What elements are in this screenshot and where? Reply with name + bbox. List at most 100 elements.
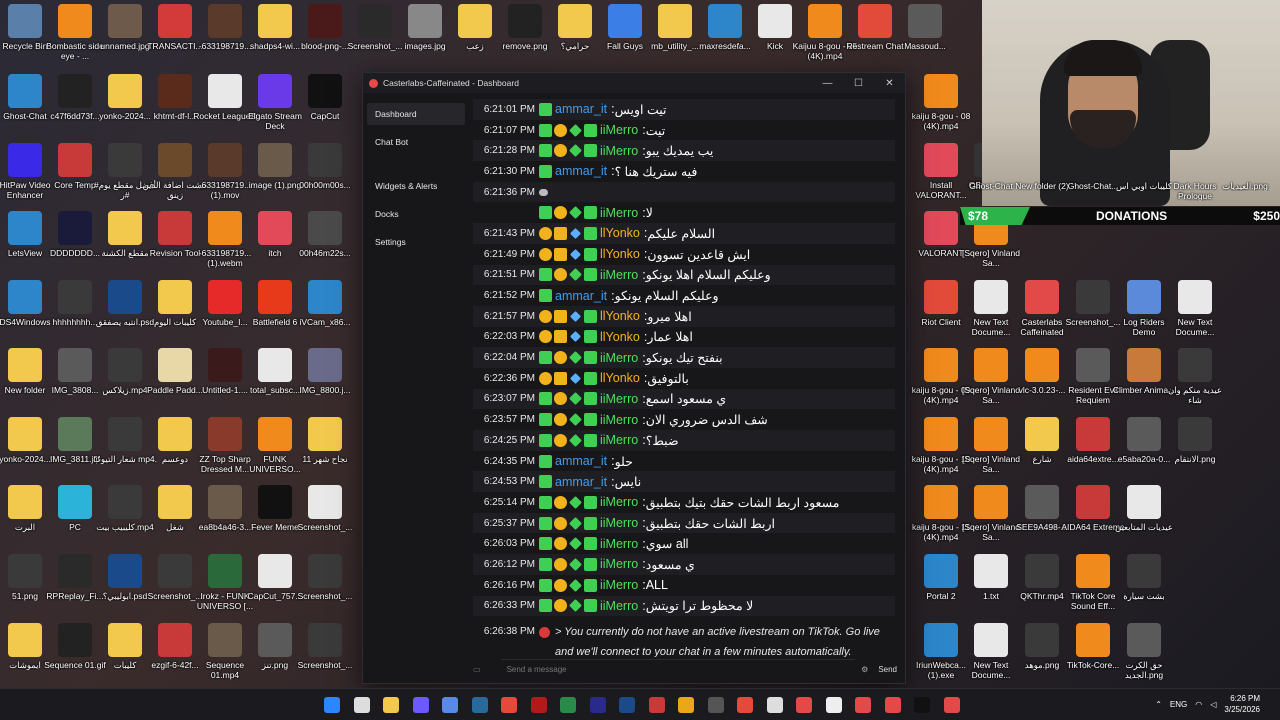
chat-icon[interactable]: ▭ xyxy=(473,665,481,674)
desktop-icon[interactable]: نجاح شهر 11 xyxy=(292,417,358,464)
message-username[interactable]: iiMerro xyxy=(600,206,638,220)
desktop-icon[interactable]: Screenshot_... xyxy=(292,623,358,670)
taskbar-app-icon[interactable] xyxy=(796,697,812,713)
taskbar-app-icon[interactable] xyxy=(766,697,783,713)
chat-message[interactable]: 6:25:14 PM iiMerro: مسعود اربط الشات حقك … xyxy=(473,492,895,513)
message-username[interactable]: iiMerro xyxy=(600,495,638,509)
start-icon[interactable] xyxy=(324,697,340,713)
message-username[interactable]: ammar_it xyxy=(555,454,607,468)
chat-input[interactable]: Send a message xyxy=(500,659,856,679)
message-username[interactable]: llYonko xyxy=(600,371,640,385)
chat-message[interactable]: 6:21:57 PM llYonko: اهلا ميرو xyxy=(473,305,895,327)
taskbar-app-icon[interactable] xyxy=(589,697,606,713)
taskbar-app-icon[interactable] xyxy=(619,697,635,713)
desktop-icon[interactable]: Screenshot_... xyxy=(292,554,358,601)
taskbar-app-icon[interactable] xyxy=(412,697,429,713)
message-username[interactable]: iiMerro xyxy=(600,123,638,137)
send-button[interactable]: Send xyxy=(878,665,897,674)
taskbar-app-icon[interactable] xyxy=(737,697,753,713)
chat-message[interactable]: 6:25:37 PM iiMerro: اربط الشات حقك بتطبيق xyxy=(473,512,895,534)
message-username[interactable]: ammar_it xyxy=(555,289,607,303)
taskbar-app-icon[interactable] xyxy=(855,697,871,713)
chat-message[interactable]: 6:24:35 PM ammar_it: حلو xyxy=(473,451,895,472)
sidebar-item-chat-bot[interactable]: Chat Bot xyxy=(367,131,465,153)
sidebar-item-dashboard[interactable]: Dashboard xyxy=(367,103,465,125)
chat-message[interactable]: 6:21:01 PM ammar_it: تيت اويس xyxy=(473,99,895,120)
chat-message[interactable]: 6:24:25 PM iiMerro: ضبط؟ xyxy=(473,430,895,451)
chat-message[interactable]: 6:26:03 PM iiMerro: سوي all xyxy=(473,533,895,554)
chat-message[interactable]: 6:26:12 PM iiMerro: ي مسعود xyxy=(473,554,895,575)
taskbar-app-icon[interactable] xyxy=(884,697,901,713)
desktop-icon[interactable]: 00h46m22s... xyxy=(292,211,358,258)
message-username[interactable]: ammar_it xyxy=(555,475,607,489)
taskbar-app-icon[interactable] xyxy=(648,697,665,713)
message-username[interactable]: iiMerro xyxy=(600,537,638,551)
clock[interactable]: 6:26 PM 3/25/2026 xyxy=(1224,693,1260,715)
chat-message[interactable]: 6:21:36 PM xyxy=(473,181,895,203)
message-username[interactable]: iiMerro xyxy=(600,144,638,158)
desktop-icon[interactable]: iVCam_x86... xyxy=(292,280,358,327)
desktop-icon[interactable]: عيدية منكم وان شاء xyxy=(1162,348,1228,405)
desktop-icon[interactable]: Screenshot_... xyxy=(292,485,358,532)
sidebar-item-settings[interactable]: Settings xyxy=(367,231,465,253)
chevron-up-icon[interactable]: ⌃ xyxy=(1155,700,1162,709)
chat-message[interactable]: iiMerro: لا xyxy=(473,202,895,223)
taskbar-app-icon[interactable] xyxy=(678,697,694,713)
chat-message[interactable]: 6:21:30 PM ammar_it: فيه ستريك هنا ؟ xyxy=(473,161,895,182)
maximize-button[interactable]: ☐ xyxy=(843,78,874,89)
message-username[interactable]: iiMerro xyxy=(600,413,638,427)
chat-message[interactable]: 6:21:28 PM iiMerro: يب يمديك يبو xyxy=(473,140,895,162)
desktop-icon[interactable]: الانتقام.png xyxy=(1162,417,1228,464)
message-username[interactable]: iiMerro xyxy=(600,578,638,592)
volume-icon[interactable]: ◁ xyxy=(1210,700,1216,709)
taskbar-app-icon[interactable] xyxy=(530,697,547,713)
taskbar-app-icon[interactable] xyxy=(707,697,724,713)
chat-message[interactable]: 6:24:53 PM ammar_it: نايس xyxy=(473,471,895,493)
chat-message[interactable]: 6:21:07 PM iiMerro: تيت xyxy=(473,120,895,141)
chat-message[interactable]: 6:23:57 PM iiMerro: شف الدس ضروري الان xyxy=(473,409,895,430)
language-indicator[interactable]: ENG xyxy=(1170,700,1187,709)
message-username[interactable]: ammar_it xyxy=(555,102,607,116)
taskbar-app-icon[interactable] xyxy=(914,697,930,713)
close-button[interactable]: ✕ xyxy=(874,78,905,89)
desktop-icon[interactable]: حق الكرت الجديد.png xyxy=(1111,623,1177,680)
chat-message[interactable]: 6:22:03 PM llYonko: اهلا عمار xyxy=(473,327,895,348)
taskbar-app-icon[interactable] xyxy=(943,697,960,713)
message-username[interactable]: ammar_it xyxy=(555,164,607,178)
chat-message[interactable]: 6:21:49 PM llYonko: ايش قاعدين تسوون xyxy=(473,244,895,265)
taskbar-app-icon[interactable] xyxy=(501,697,517,713)
message-username[interactable]: iiMerro xyxy=(600,557,638,571)
taskbar-app-icon[interactable] xyxy=(471,697,488,713)
taskbar-app-icon[interactable] xyxy=(383,697,399,713)
message-username[interactable]: llYonko xyxy=(600,226,640,240)
title-bar[interactable]: Casterlabs-Caffeinated - Dashboard — ☐ ✕ xyxy=(363,73,905,93)
search-icon[interactable] xyxy=(353,697,370,713)
chat-message[interactable]: 6:26:33 PM iiMerro: لا محظوط ترا تويتش xyxy=(473,595,895,617)
message-username[interactable]: iiMerro xyxy=(600,392,638,406)
chat-message[interactable]: 6:26:16 PM iiMerro: ALL xyxy=(473,575,895,596)
message-username[interactable]: iiMerro xyxy=(600,599,638,613)
chat-message[interactable]: 6:22:36 PM llYonko: بالتوفيق xyxy=(473,368,895,389)
desktop-icon[interactable]: IMG_8800.j... xyxy=(292,348,358,395)
message-username[interactable]: llYonko xyxy=(600,330,640,344)
desktop-icon[interactable]: عيديات المتابعين xyxy=(1111,485,1177,532)
desktop-icon[interactable]: بشت سيارة xyxy=(1111,554,1177,601)
sidebar-item-widgets-alerts[interactable]: Widgets & Alerts xyxy=(367,175,465,197)
desktop-icon[interactable]: 00h00m00s... xyxy=(292,143,358,190)
chat-message[interactable]: 6:22:04 PM iiMerro: بنفتح تيك يونكو xyxy=(473,347,895,368)
desktop-icon[interactable]: CapCut xyxy=(292,74,358,121)
chat-message[interactable]: 6:21:43 PM llYonko: السلام عليكم xyxy=(473,223,895,244)
minimize-button[interactable]: — xyxy=(812,78,843,89)
message-username[interactable]: iiMerro xyxy=(600,433,638,447)
message-username[interactable]: llYonko xyxy=(600,247,640,261)
message-username[interactable]: iiMerro xyxy=(600,351,638,365)
sidebar-item-docks[interactable]: Docks xyxy=(367,203,465,225)
chat-message[interactable]: 6:21:52 PM ammar_it: وعليكم السلام يونكو xyxy=(473,285,895,306)
chat-message[interactable]: 6:23:07 PM iiMerro: ي مسعود اسمع xyxy=(473,388,895,410)
message-username[interactable]: llYonko xyxy=(600,309,640,323)
desktop-icon[interactable]: Massoud... xyxy=(892,4,958,51)
gear-icon[interactable]: ⚙ xyxy=(861,665,868,674)
chat-log[interactable]: 6:21:01 PM ammar_it: تيت اويس 6:21:07 PM ii… xyxy=(473,93,895,657)
taskbar-app-icon[interactable] xyxy=(560,697,576,713)
desktop-icon[interactable]: kaiju 8-gou - 08 (4K).mp4 xyxy=(908,74,974,131)
